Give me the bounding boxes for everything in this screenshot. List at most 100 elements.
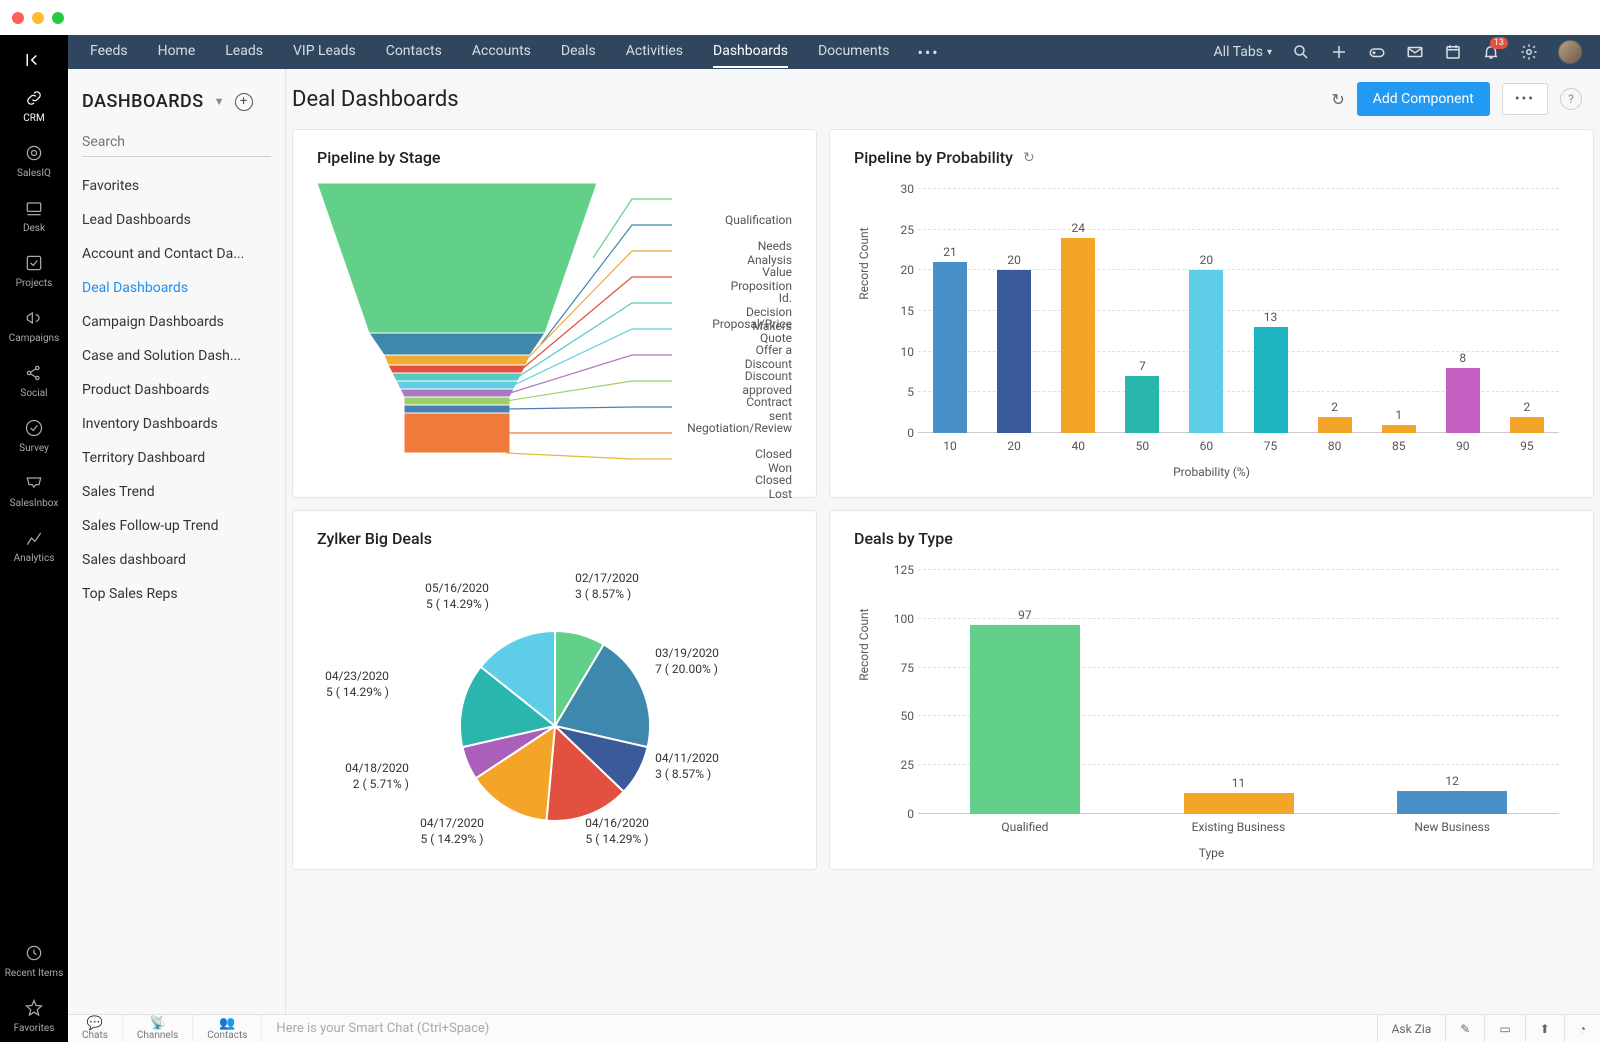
- y-tick: 25: [901, 758, 915, 772]
- signature-icon[interactable]: ✎: [1445, 1015, 1484, 1042]
- sidebar-item[interactable]: Territory Dashboard: [68, 441, 285, 475]
- nav-tab-vip-leads[interactable]: VIP Leads: [293, 36, 356, 68]
- nav-tab-feeds[interactable]: Feeds: [90, 36, 128, 68]
- upload-icon[interactable]: ⬆: [1525, 1015, 1564, 1042]
- pie-label: 04/11/20203 ( 8.57% ): [655, 750, 719, 782]
- sidebar-item[interactable]: Inventory Dashboards: [68, 407, 285, 441]
- app-rail-desk[interactable]: Desk: [9, 187, 60, 242]
- nav-tab-leads[interactable]: Leads: [225, 36, 263, 68]
- more-menu-button[interactable]: •••: [1502, 83, 1548, 115]
- clock-icon: [23, 942, 45, 964]
- sidebar-item[interactable]: Top Sales Reps: [68, 577, 285, 611]
- gamepad-icon[interactable]: [1368, 43, 1386, 61]
- bar: 2 95: [1495, 400, 1559, 433]
- bar-value: 2: [1524, 400, 1531, 414]
- avatar[interactable]: [1558, 40, 1582, 64]
- bottom-seg-chats[interactable]: 💬Chats: [68, 1015, 123, 1042]
- app-rail-survey[interactable]: Survey: [9, 407, 60, 462]
- nav-more-icon[interactable]: •••: [917, 43, 939, 62]
- document-icon[interactable]: ▭: [1484, 1015, 1524, 1042]
- app-rail-recent-items[interactable]: Recent Items: [5, 932, 64, 987]
- pie-label: 04/17/20205 ( 14.29% ): [420, 815, 484, 847]
- nav-tab-activities[interactable]: Activities: [626, 36, 683, 68]
- sidebar-item[interactable]: Deal Dashboards: [68, 271, 285, 305]
- funnel-legend-item: Closed Lost: [755, 473, 792, 501]
- nav-tab-deals[interactable]: Deals: [561, 36, 596, 68]
- chart-icon: [23, 527, 45, 549]
- sidebar-item[interactable]: Account and Contact Da...: [68, 237, 285, 271]
- sidebar-item[interactable]: Case and Solution Dash...: [68, 339, 285, 373]
- sidebar-item[interactable]: Product Dashboards: [68, 373, 285, 407]
- y-tick: 0: [907, 426, 914, 440]
- app-rail-salesiq[interactable]: SalesIQ: [9, 132, 60, 187]
- sidebar-item[interactable]: Lead Dashboards: [68, 203, 285, 237]
- app-rail-favorites[interactable]: Favorites: [5, 987, 64, 1042]
- back-icon[interactable]: [0, 43, 68, 77]
- nav-tab-contacts[interactable]: Contacts: [386, 36, 442, 68]
- bar: 20 60: [1174, 253, 1238, 433]
- bar-xlabel: 20: [982, 439, 1046, 453]
- search-icon[interactable]: [1292, 43, 1310, 61]
- x-axis-label: Type: [1199, 846, 1225, 860]
- mac-close-dot[interactable]: [12, 12, 24, 24]
- nav-tab-home[interactable]: Home: [158, 36, 196, 68]
- app-rail-label: SalesIQ: [17, 168, 51, 179]
- sidebar-item[interactable]: Sales dashboard: [68, 543, 285, 577]
- bar-value: 12: [1445, 774, 1459, 788]
- all-tabs-dropdown[interactable]: All Tabs ▾: [1214, 44, 1272, 60]
- add-dashboard-button[interactable]: +: [235, 93, 253, 111]
- smart-chat-input[interactable]: Here is your Smart Chat (Ctrl+Space): [262, 1021, 1376, 1036]
- pie-label: 05/16/20205 ( 14.29% ): [425, 580, 489, 612]
- bottom-seg-contacts[interactable]: 👥Contacts: [193, 1015, 262, 1042]
- mail-icon[interactable]: [1406, 43, 1424, 61]
- help-icon[interactable]: ?: [1560, 88, 1582, 110]
- search-input[interactable]: [82, 128, 271, 157]
- link-icon: [23, 87, 45, 109]
- chevron-down-icon[interactable]: ▼: [214, 95, 225, 108]
- gear-icon[interactable]: [1520, 43, 1538, 61]
- app-rail-label: Projects: [16, 278, 53, 289]
- bar: 12 New Business: [1345, 774, 1559, 814]
- app-rail-salesinbox[interactable]: SalesInbox: [9, 462, 60, 517]
- ask-zia-button[interactable]: Ask Zia: [1377, 1015, 1446, 1042]
- refresh-icon[interactable]: ↻: [1331, 90, 1344, 109]
- bar: 24 40: [1046, 221, 1110, 433]
- sidebar-item[interactable]: Favorites: [68, 169, 285, 203]
- sidebar-item[interactable]: Campaign Dashboards: [68, 305, 285, 339]
- sidebar-item[interactable]: Sales Follow-up Trend: [68, 509, 285, 543]
- funnel-segment: [404, 397, 510, 405]
- star-icon: [23, 997, 45, 1019]
- bottom-bar: 💬Chats📡Channels👥Contacts Here is your Sm…: [68, 1014, 1600, 1042]
- bell-icon[interactable]: 13: [1482, 43, 1500, 61]
- plus-icon[interactable]: [1330, 43, 1348, 61]
- app-rail-crm[interactable]: CRM: [9, 77, 60, 132]
- mac-max-dot[interactable]: [52, 12, 64, 24]
- app-rail-analytics[interactable]: Analytics: [9, 517, 60, 572]
- bar-xlabel: 60: [1174, 439, 1238, 453]
- bar-xlabel: Qualified: [918, 820, 1132, 834]
- app-rail-projects[interactable]: Projects: [9, 242, 60, 297]
- nav-tab-documents[interactable]: Documents: [818, 36, 889, 68]
- pie-label: 02/17/20203 ( 8.57% ): [575, 570, 639, 602]
- mac-min-dot[interactable]: [32, 12, 44, 24]
- nav-tab-accounts[interactable]: Accounts: [472, 36, 531, 68]
- mac-titlebar: [0, 0, 1600, 35]
- y-tick: 30: [901, 182, 915, 196]
- y-tick: 20: [901, 263, 915, 277]
- bottom-seg-channels[interactable]: 📡Channels: [123, 1015, 193, 1042]
- bar: 11 Existing Business: [1132, 776, 1346, 814]
- refresh-icon[interactable]: ↻: [1023, 150, 1035, 166]
- clock-icon[interactable]: ◔: [1564, 1015, 1600, 1042]
- app-rail-campaigns[interactable]: Campaigns: [9, 297, 60, 352]
- notification-badge: 13: [1490, 37, 1508, 49]
- bar-value: 97: [1018, 608, 1032, 622]
- add-component-button[interactable]: Add Component: [1357, 82, 1490, 116]
- calendar-icon[interactable]: [1444, 43, 1462, 61]
- app-rail-social[interactable]: Social: [9, 352, 60, 407]
- bar-value: 1: [1395, 408, 1402, 422]
- top-nav: Feeds Home Leads VIP Leads Contacts Accounts D…: [68, 35, 1600, 69]
- sidebar-item[interactable]: Sales Trend: [68, 475, 285, 509]
- nav-tab-dashboards[interactable]: Dashboards: [713, 36, 788, 68]
- funnel-legend-item: Value Proposition: [731, 265, 792, 293]
- card-deals-by-type: Deals by Type Record Count 0255075100125…: [829, 510, 1594, 870]
